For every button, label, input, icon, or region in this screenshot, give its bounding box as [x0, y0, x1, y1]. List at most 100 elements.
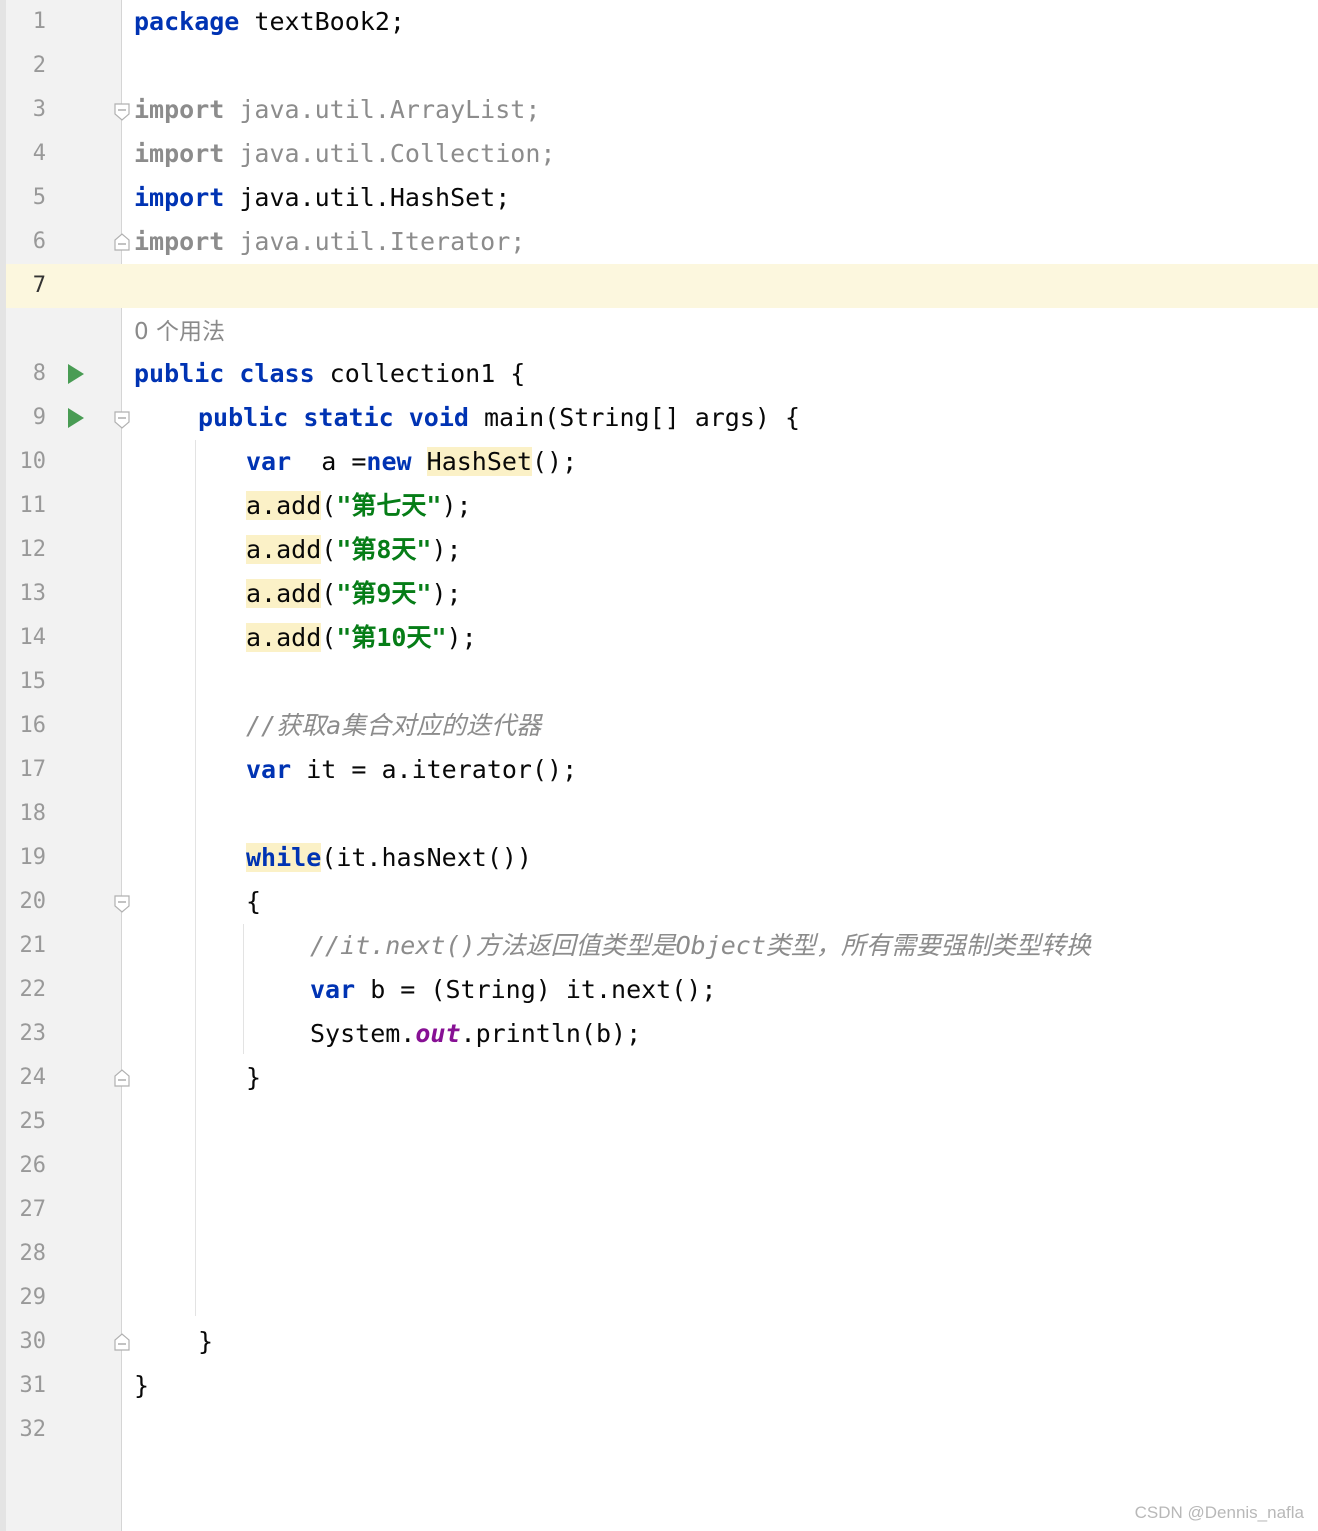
code-line-17[interactable]: var it = a.iterator();: [246, 748, 577, 792]
line-number[interactable]: 14: [8, 616, 47, 660]
code-text: {: [246, 887, 262, 916]
code-line-3[interactable]: import java.util.ArrayList;: [134, 88, 540, 132]
code-line-4[interactable]: import java.util.Collection;: [134, 132, 555, 176]
code-text: (: [321, 623, 337, 652]
line-number[interactable]: 24: [8, 1056, 47, 1100]
code-line-23[interactable]: System.out.println(b);: [310, 1012, 641, 1056]
line-number[interactable]: 25: [8, 1100, 47, 1144]
code-text: System.: [310, 1019, 416, 1048]
call-highlight: a.add: [246, 623, 322, 652]
keyword: import: [134, 183, 225, 212]
gutter-divider: [121, 0, 122, 1531]
line-number[interactable]: 22: [8, 968, 47, 1012]
keyword-highlight: while: [246, 843, 322, 872]
code-line-8[interactable]: public class collection1 {: [134, 352, 525, 396]
watermark: CSDN @Dennis_nafla: [1134, 1503, 1304, 1522]
code-line-11[interactable]: a.add("第七天");: [246, 484, 472, 528]
code-line-19[interactable]: while(it.hasNext()): [246, 836, 532, 880]
keyword: var: [310, 975, 356, 1004]
code-line-21[interactable]: //it.next()方法返回值类型是Object类型，所有需要强制类型转换: [310, 924, 1091, 968]
line-number[interactable]: 5: [8, 176, 46, 220]
run-class-icon[interactable]: [66, 362, 86, 386]
call-highlight: a.add: [246, 535, 322, 564]
line-number[interactable]: 6: [8, 220, 46, 264]
line-number[interactable]: 12: [8, 528, 47, 572]
code-line-16[interactable]: //获取a集合对应的迭代器: [246, 704, 541, 748]
fold-collapse-icon[interactable]: [113, 894, 131, 914]
line-number[interactable]: 31: [8, 1364, 47, 1408]
code-text: }: [246, 1063, 262, 1092]
string-literal: "第8天": [336, 535, 432, 564]
line-number[interactable]: 15: [8, 660, 47, 704]
line-number[interactable]: 19: [8, 836, 47, 880]
code-line-9[interactable]: public static void main(String[] args) {: [198, 396, 800, 440]
line-number[interactable]: 23: [8, 1012, 47, 1056]
code-text: main(String[] args) {: [468, 403, 801, 432]
code-text: }: [198, 1327, 214, 1356]
line-number[interactable]: 28: [8, 1232, 47, 1276]
class-name-highlight: HashSet: [426, 447, 532, 476]
code-line-30[interactable]: }: [198, 1320, 213, 1364]
code-line-1[interactable]: package textBook2;: [134, 0, 405, 44]
code-text: java.util.ArrayList;: [224, 95, 541, 124]
code-text: );: [431, 535, 462, 564]
line-number[interactable]: 20: [8, 880, 47, 924]
line-number[interactable]: 21: [8, 924, 47, 968]
code-text: java.util.Iterator;: [224, 227, 526, 256]
fold-end-icon[interactable]: [113, 1068, 131, 1088]
current-line-highlight: [6, 264, 1318, 308]
string-literal: "第七天": [336, 491, 442, 520]
code-text: textBook2;: [239, 7, 405, 36]
line-number-current[interactable]: 7: [8, 264, 46, 308]
code-line-6[interactable]: import java.util.Iterator;: [134, 220, 525, 264]
code-line-22[interactable]: var b = (String) it.next();: [310, 968, 716, 1012]
code-text: java.util.Collection;: [224, 139, 556, 168]
keyword: public static void: [198, 403, 469, 432]
line-number[interactable]: 10: [8, 440, 47, 484]
line-number[interactable]: 18: [8, 792, 47, 836]
code-text: );: [431, 579, 462, 608]
line-number[interactable]: 17: [8, 748, 47, 792]
line-number[interactable]: 8: [8, 352, 46, 396]
line-number[interactable]: 1: [8, 0, 46, 44]
code-line-20[interactable]: {: [246, 880, 261, 924]
line-number[interactable]: 16: [8, 704, 47, 748]
line-number[interactable]: 13: [8, 572, 47, 616]
line-number[interactable]: 27: [8, 1188, 47, 1232]
code-text: b = (String) it.next();: [355, 975, 717, 1004]
keyword: var: [246, 755, 292, 784]
usage-hint[interactable]: 0 个用法: [134, 310, 225, 354]
code-text: (: [321, 535, 337, 564]
keyword: import: [134, 139, 225, 168]
code-text: );: [446, 623, 477, 652]
code-line-10[interactable]: var a =new HashSet();: [246, 440, 577, 484]
code-line-13[interactable]: a.add("第9天");: [246, 572, 462, 616]
code-text: }: [134, 1371, 150, 1400]
code-line-12[interactable]: a.add("第8天");: [246, 528, 462, 572]
line-number[interactable]: 26: [8, 1144, 47, 1188]
line-number[interactable]: 4: [8, 132, 46, 176]
run-main-icon[interactable]: [66, 406, 86, 430]
line-number[interactable]: 11: [8, 484, 47, 528]
code-text: );: [441, 491, 472, 520]
code-line-14[interactable]: a.add("第10天");: [246, 616, 477, 660]
code-text: java.util.HashSet;: [224, 183, 511, 212]
code-line-24[interactable]: }: [246, 1056, 261, 1100]
fold-collapse-icon[interactable]: [113, 410, 131, 430]
code-text: collection1 {: [314, 359, 526, 388]
fold-collapse-icon[interactable]: [113, 102, 131, 122]
fold-end-icon[interactable]: [113, 1332, 131, 1352]
comment: //获取a集合对应的迭代器: [246, 711, 542, 740]
code-line-31[interactable]: }: [134, 1364, 149, 1408]
keyword: public class: [134, 359, 315, 388]
code-line-5[interactable]: import java.util.HashSet;: [134, 176, 510, 220]
line-number[interactable]: 2: [8, 44, 46, 88]
fold-end-icon[interactable]: [113, 232, 131, 252]
line-number[interactable]: 29: [8, 1276, 47, 1320]
line-number[interactable]: 30: [8, 1320, 47, 1364]
line-number[interactable]: 9: [8, 396, 46, 440]
line-number[interactable]: 32: [8, 1408, 47, 1452]
string-literal: "第9天": [336, 579, 432, 608]
line-number[interactable]: 3: [8, 88, 46, 132]
